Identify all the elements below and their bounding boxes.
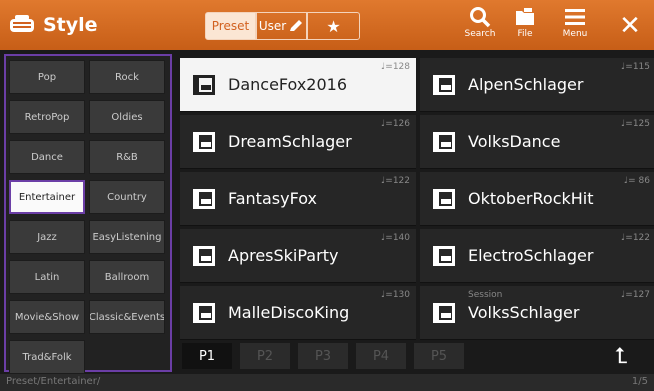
style-file-icon [193,303,215,323]
style-file-icon [433,303,455,323]
category-button[interactable]: Pop [9,60,85,94]
menu-label: Menu [562,29,588,39]
style-tempo: ♩=115 [621,62,650,72]
page-indicator: 1/5 [631,376,648,387]
preset-tab[interactable]: Preset [205,12,256,40]
category-button[interactable]: Entertainer [9,180,85,214]
style-item[interactable]: DreamSchlager ♩=126 [180,115,416,169]
style-subtitle: Session [468,290,503,300]
page-tab[interactable]: P4 [356,343,406,369]
style-name: OktoberRockHit [468,189,594,208]
menu-button[interactable]: Menu [555,6,595,48]
page-tab[interactable]: P3 [298,343,348,369]
style-tempo: ♩=122 [381,176,410,186]
style-name: ApresSkiParty [228,246,339,265]
style-file-icon [193,132,215,152]
style-tempo: ♩=140 [381,233,410,243]
style-file-icon [433,246,455,266]
style-tempo: ♩=127 [621,290,650,300]
category-button[interactable]: Latin [9,260,85,294]
style-name: VolksSchlager [468,303,580,322]
category-button[interactable]: RetroPop [9,100,85,134]
style-item[interactable]: DanceFox2016 ♩=128 [180,58,416,112]
style-tempo: ♩=130 [381,290,410,300]
category-button[interactable]: EasyListening [89,220,165,254]
pencil-icon [290,20,303,31]
category-button[interactable]: Country [89,180,165,214]
title-bar: Style Preset User ★ Search File Menu ✕ [0,0,654,50]
close-icon: ✕ [619,11,641,41]
style-name: MalleDiscoKing [228,303,350,322]
page-tab[interactable]: P2 [240,343,290,369]
page-tabs: ⮤ P1 P2 P3 P4 P5 [176,343,654,373]
category-button[interactable]: Rock [89,60,165,94]
style-file-icon [193,246,215,266]
page-tab[interactable]: P1 [182,343,232,369]
style-item[interactable]: FantasyFox ♩=122 [180,172,416,226]
favorite-tab[interactable]: ★ [307,12,360,40]
category-button[interactable]: Movie&Show [9,300,85,334]
style-tempo: ♩=128 [381,62,410,72]
style-name: FantasyFox [228,189,317,208]
category-button[interactable]: Classic&Events [89,300,165,334]
category-button[interactable]: Trad&Folk [9,340,85,374]
style-item[interactable]: VolksDance ♩=125 [420,115,654,169]
back-arrow-icon: ⮤ [614,344,628,369]
back-button[interactable]: ⮤ [596,343,646,371]
search-button[interactable]: Search [460,6,500,48]
style-item[interactable]: OktoberRockHit ♩= 86 [420,172,654,226]
category-button[interactable]: R&B [89,140,165,174]
style-name: ElectroSchlager [468,246,594,265]
style-tempo: ♩= 86 [623,176,650,186]
style-icon [10,15,34,32]
file-button[interactable]: File [505,6,545,48]
category-button[interactable]: Jazz [9,220,85,254]
star-icon: ★ [326,16,341,36]
style-tempo: ♩=125 [621,119,650,129]
style-name: AlpenSchlager [468,75,584,94]
status-bar: Preset/Entertainer/ 1/5 [0,374,654,391]
style-file-icon [193,189,215,209]
style-file-icon [433,132,455,152]
file-label: File [517,29,533,39]
style-file-icon [193,75,215,95]
style-item[interactable]: ElectroSchlager ♩=122 [420,229,654,283]
style-file-icon [433,189,455,209]
user-tab[interactable]: User [256,12,307,40]
app-title: Style [43,14,98,36]
style-name: DanceFox2016 [228,75,348,94]
page-tab[interactable]: P5 [414,343,464,369]
style-name: DreamSchlager [228,132,352,151]
close-button[interactable]: ✕ [610,8,650,44]
folder-icon [516,8,534,25]
style-item[interactable]: VolksSchlager ♩=127 Session [420,286,654,340]
style-item[interactable]: AlpenSchlager ♩=115 [420,58,654,112]
category-panel: Pop Rock RetroPop Oldies Dance R&B Entertainer… [4,54,172,374]
style-list: DanceFox2016 ♩=128 AlpenSchlager ♩=115 Dream… [176,54,654,344]
user-tab-label: User [258,19,287,33]
style-item[interactable]: ApresSkiParty ♩=140 [180,229,416,283]
search-icon [470,7,491,28]
style-name: VolksDance [468,132,561,151]
style-item[interactable]: MalleDiscoKing ♩=130 [180,286,416,340]
search-label: Search [464,29,496,39]
category-button[interactable]: Ballroom [89,260,165,294]
style-tempo: ♩=122 [621,233,650,243]
hamburger-icon [565,9,585,25]
status-path: Preset/Entertainer/ [6,376,101,387]
category-button[interactable]: Dance [9,140,85,174]
style-tempo: ♩=126 [381,119,410,129]
category-button[interactable]: Oldies [89,100,165,134]
style-file-icon [433,75,455,95]
